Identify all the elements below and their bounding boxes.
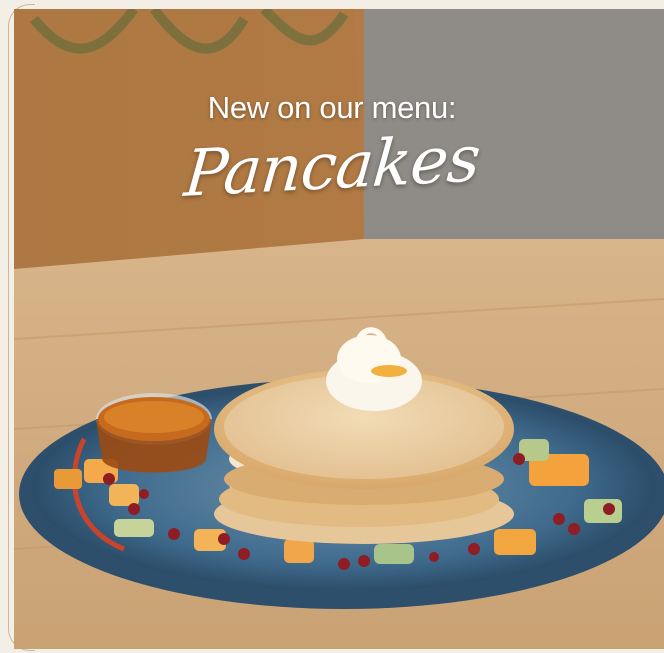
promo-card: New on our menu: Pancakes <box>0 0 664 653</box>
promo-headline: New on our menu: Pancakes <box>0 90 664 212</box>
syrup-cup <box>96 393 212 473</box>
